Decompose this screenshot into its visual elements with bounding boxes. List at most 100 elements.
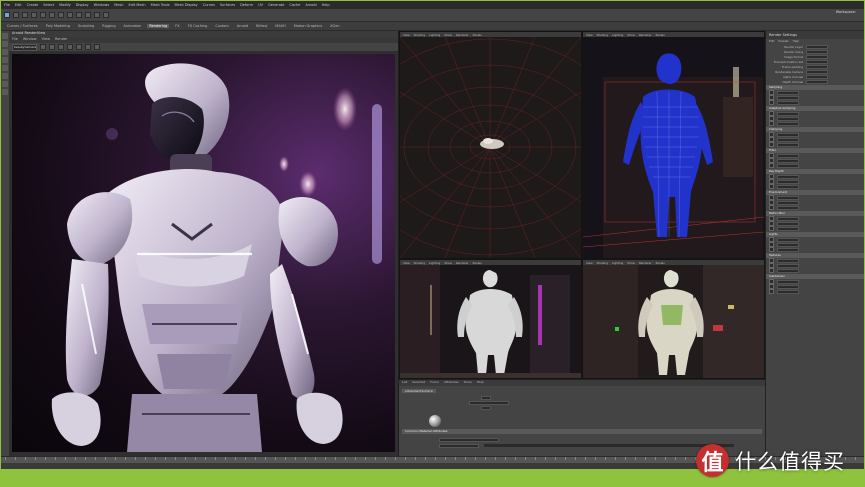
menu-item[interactable]: Select xyxy=(43,3,54,7)
viewport-menu-lighting[interactable]: Lighting xyxy=(429,261,440,265)
snap-point-icon[interactable] xyxy=(76,12,82,18)
rotate-icon[interactable] xyxy=(2,65,8,71)
viewport-menu-view[interactable]: View xyxy=(586,33,593,37)
attribute-field[interactable] xyxy=(806,64,828,69)
shelf-tab[interactable]: XGen xyxy=(328,24,341,28)
viewport-menu-shading[interactable]: Shading xyxy=(414,261,425,265)
attribute-field[interactable] xyxy=(806,54,828,59)
shelf-tab[interactable]: FX xyxy=(173,24,181,28)
shelf-tab[interactable]: FX Caching xyxy=(186,24,210,28)
attribute-field[interactable] xyxy=(777,111,799,116)
render-view-menu-item[interactable]: File xyxy=(12,37,18,43)
menu-item[interactable]: Cache xyxy=(289,3,300,7)
attribute-field[interactable] xyxy=(777,142,799,147)
viewport-menu-shading[interactable]: Shading xyxy=(597,33,608,37)
attribute-field[interactable] xyxy=(806,44,828,49)
crop-region-icon[interactable] xyxy=(94,44,100,50)
viewport-menu-renderer[interactable]: Renderer xyxy=(639,33,652,37)
attribute-checkbox[interactable] xyxy=(769,121,774,126)
shelf-tab[interactable]: Custom xyxy=(213,24,230,28)
attribute-field[interactable] xyxy=(777,258,799,263)
menu-item[interactable]: Arnold xyxy=(305,3,316,7)
viewport-menu-view[interactable]: View xyxy=(403,261,410,265)
attribute-field[interactable] xyxy=(777,132,799,137)
attribute-checkbox[interactable] xyxy=(769,142,774,147)
ae-menu-presets[interactable]: Presets xyxy=(778,39,788,44)
viewport-menu-show[interactable]: Show xyxy=(627,33,635,37)
scale-icon[interactable] xyxy=(2,73,8,79)
lasso-tool-icon[interactable] xyxy=(13,12,19,18)
shelf-tab[interactable]: Motion Graphics xyxy=(292,24,324,28)
attribute-field[interactable] xyxy=(777,163,799,168)
menu-item[interactable]: Mesh xyxy=(114,3,123,7)
stop-icon[interactable] xyxy=(49,44,55,50)
attribute-field[interactable] xyxy=(777,153,799,158)
menu-item[interactable]: Surfaces xyxy=(220,3,235,7)
menu-item[interactable]: Create xyxy=(27,3,39,7)
menu-item[interactable]: Edit Mesh xyxy=(128,3,145,7)
viewport-menu-show[interactable]: Show xyxy=(627,261,635,265)
render-frame-icon[interactable] xyxy=(85,12,91,18)
attribute-field[interactable] xyxy=(777,116,799,121)
viewport-menu-shading[interactable]: Shading xyxy=(414,33,425,37)
attribute-field[interactable] xyxy=(777,90,799,95)
attribute-field[interactable] xyxy=(777,205,799,210)
shelf-tab[interactable]: Rigging xyxy=(100,24,117,28)
ipr-render-icon[interactable] xyxy=(94,12,100,18)
material-name-field[interactable] xyxy=(469,401,509,405)
attribute-field[interactable] xyxy=(777,289,799,294)
viewport-bottom-right[interactable]: View Shading Lighting Show Renderer Pane… xyxy=(582,259,765,379)
render-view-menu-item[interactable]: Render xyxy=(55,37,67,43)
attribute-field[interactable] xyxy=(777,237,799,242)
viewport-bottom-left[interactable]: View Shading Lighting Show Renderer Pane… xyxy=(399,259,582,379)
select-tool-icon[interactable] xyxy=(4,12,10,18)
shelf-tab[interactable]: Bifrost xyxy=(254,24,269,28)
viewport-menu-renderer[interactable]: Renderer xyxy=(456,33,469,37)
presets-button[interactable] xyxy=(481,406,491,410)
attribute-checkbox[interactable] xyxy=(769,100,774,105)
select-icon[interactable] xyxy=(2,33,8,39)
attribute-field[interactable] xyxy=(777,268,799,273)
attribute-field[interactable] xyxy=(777,95,799,100)
render-icon[interactable] xyxy=(40,44,46,50)
focus-button[interactable] xyxy=(481,396,491,400)
menu-item[interactable]: Mesh Display xyxy=(175,3,198,7)
four-layout-icon[interactable] xyxy=(2,89,8,95)
viewport-menu-lighting[interactable]: Lighting xyxy=(429,33,440,37)
viewport-top-left[interactable]: View Shading Lighting Show Renderer Pane… xyxy=(399,31,582,259)
editor-menu-item[interactable]: Focus xyxy=(430,380,439,386)
viewport-menu-panels[interactable]: Panels xyxy=(656,261,665,265)
attribute-field[interactable] xyxy=(777,247,799,252)
paint-select-icon[interactable] xyxy=(2,49,8,55)
single-layout-icon[interactable] xyxy=(2,81,8,87)
shelf-tab[interactable]: Sculpting xyxy=(76,24,96,28)
material-tab[interactable]: aiStandardSurface xyxy=(402,389,436,393)
render-view-menu-item[interactable]: Window xyxy=(23,37,37,43)
editor-menu-item[interactable]: List xyxy=(402,380,407,386)
lasso-icon[interactable] xyxy=(2,41,8,47)
attribute-checkbox[interactable] xyxy=(769,184,774,189)
viewport-menu-show[interactable]: Show xyxy=(444,261,452,265)
viewport-menu-lighting[interactable]: Lighting xyxy=(612,33,623,37)
attribute-field[interactable] xyxy=(806,49,828,54)
shelf-tab[interactable]: Animation xyxy=(122,24,144,28)
attribute-field[interactable] xyxy=(777,158,799,163)
attribute-field[interactable] xyxy=(777,221,799,226)
attribute-field[interactable] xyxy=(777,226,799,231)
move-tool-icon[interactable] xyxy=(31,12,37,18)
base-color-field[interactable] xyxy=(439,438,499,442)
attribute-field[interactable] xyxy=(777,174,799,179)
viewport-menu-panels[interactable]: Panels xyxy=(656,33,665,37)
render-view-menu-item[interactable]: View xyxy=(42,37,50,43)
attribute-field[interactable] xyxy=(777,184,799,189)
menu-item[interactable]: Curves xyxy=(203,3,215,7)
attribute-checkbox[interactable] xyxy=(769,205,774,210)
menu-item[interactable]: Display xyxy=(76,3,89,7)
attribute-field[interactable] xyxy=(777,179,799,184)
menu-item[interactable]: UV xyxy=(258,3,263,7)
shelf-tab[interactable]: Arnold xyxy=(235,24,250,28)
viewport-menu-show[interactable]: Show xyxy=(444,33,452,37)
ae-menu-edit[interactable]: Edit xyxy=(769,39,774,44)
attribute-checkbox[interactable] xyxy=(769,289,774,294)
viewport-menu-panels[interactable]: Panels xyxy=(473,33,482,37)
